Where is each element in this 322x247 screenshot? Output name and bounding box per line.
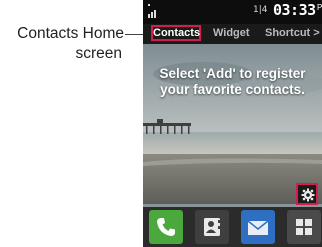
- settings-button[interactable]: [296, 183, 318, 205]
- clock-ampm: PM: [317, 3, 322, 12]
- grid-icon: [296, 219, 312, 235]
- envelope-icon: [247, 220, 269, 235]
- callout-line-2: screen: [75, 45, 122, 62]
- dock-bar: [143, 207, 322, 247]
- gear-icon: [301, 188, 315, 202]
- phone-icon: [157, 218, 175, 236]
- signal-icon: [148, 4, 156, 18]
- tab-widget[interactable]: Widget: [213, 26, 250, 41]
- callout-line-1: Contacts Home: [17, 25, 124, 42]
- callout-label: Contacts Home screen: [6, 24, 124, 64]
- status-bar: 1|4 03:33 PM: [143, 0, 322, 24]
- dock-contacts-button[interactable]: [195, 210, 229, 244]
- contact-card-icon: [204, 218, 221, 236]
- dock-messaging-button[interactable]: [241, 210, 275, 244]
- network-indicator: 1|4: [253, 5, 268, 15]
- message-line-2: your favorite contacts.: [160, 82, 305, 97]
- tab-contacts[interactable]: Contacts: [153, 26, 200, 41]
- dock-menu-button[interactable]: [287, 210, 321, 244]
- phone-screen: 1|4 03:33 PM Contacts Widget Shortcut >: [143, 0, 322, 247]
- empty-contacts-message: Select 'Add' to register your favorite c…: [143, 66, 322, 98]
- dock-phone-button[interactable]: [149, 210, 183, 244]
- message-line-1: Select 'Add' to register: [159, 66, 306, 81]
- clock-time: 03:33: [273, 1, 316, 19]
- tab-bar: Contacts Widget Shortcut >: [143, 24, 322, 45]
- tab-shortcut[interactable]: Shortcut >: [265, 26, 320, 41]
- callout-leader-line: [125, 34, 145, 35]
